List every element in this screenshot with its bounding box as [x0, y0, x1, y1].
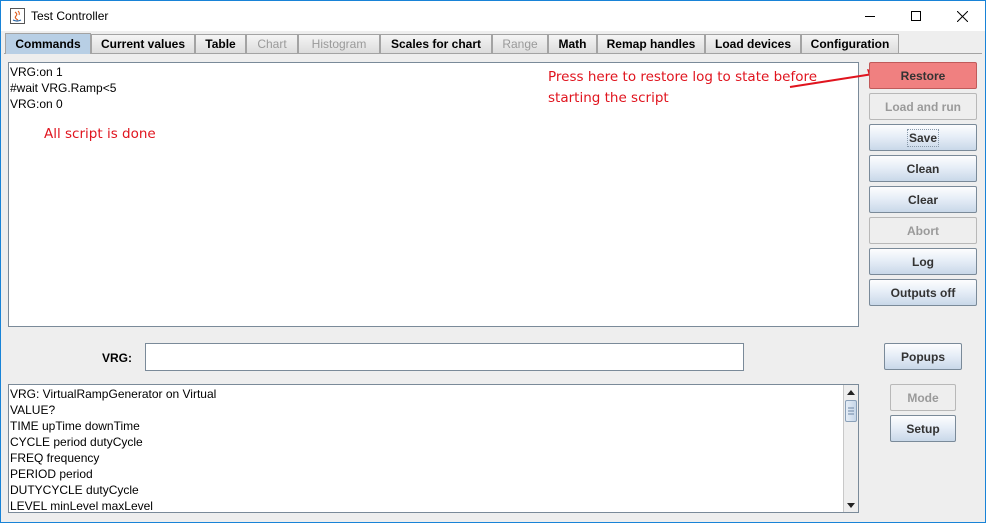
tab-current-values[interactable]: Current values	[91, 34, 195, 53]
command-input-label: VRG:	[102, 351, 132, 365]
help-line: CYCLE period dutyCycle	[10, 435, 143, 449]
window-title: Test Controller	[31, 9, 109, 23]
button-label: Clear	[907, 192, 939, 207]
title-bar: Test Controller	[1, 1, 985, 31]
mode-button[interactable]: Mode	[890, 384, 956, 411]
script-line: #wait VRG.Ramp<5	[10, 81, 117, 95]
button-label: Log	[912, 254, 934, 269]
tab-label: Range	[502, 37, 538, 51]
vertical-scrollbar[interactable]	[843, 385, 858, 512]
tab-math[interactable]: Math	[548, 34, 597, 53]
tab-scales-for-chart[interactable]: Scales for chart	[380, 34, 492, 53]
app-window: Test Controller Commands Current values …	[0, 0, 986, 523]
restore-button[interactable]: Restore	[869, 62, 977, 89]
button-label: Outputs off	[890, 285, 956, 300]
tab-strip: Commands Current values Table Chart Hist…	[4, 33, 984, 54]
script-line: VRG:on 0	[10, 97, 63, 111]
maximize-button[interactable]	[893, 1, 939, 31]
tab-label: Commands	[15, 37, 81, 51]
grip-icon	[848, 407, 854, 415]
tab-label: Current values	[100, 37, 186, 51]
arrow-down-icon	[847, 502, 855, 508]
tab-label: Math	[558, 37, 587, 51]
tab-label: Remap handles	[606, 37, 696, 51]
button-label: Save	[906, 128, 940, 147]
tab-range[interactable]: Range	[492, 34, 548, 53]
button-label: Popups	[901, 349, 945, 364]
arrow-up-icon	[847, 389, 855, 395]
button-label: Mode	[907, 390, 939, 405]
script-status-note: All script is done	[44, 126, 156, 142]
outputs-off-button[interactable]: Outputs off	[869, 279, 977, 306]
button-label: Abort	[907, 223, 939, 238]
tab-remap-handles[interactable]: Remap handles	[597, 34, 705, 53]
close-button[interactable]	[939, 1, 985, 31]
tab-label: Histogram	[311, 37, 367, 51]
tab-chart[interactable]: Chart	[246, 34, 298, 53]
restore-note-line2: starting the script	[548, 90, 669, 106]
maximize-icon	[911, 11, 921, 21]
tab-histogram[interactable]: Histogram	[298, 34, 380, 53]
help-line: FREQ frequency	[10, 451, 100, 465]
setup-button[interactable]: Setup	[890, 415, 956, 442]
button-label: Load and run	[885, 99, 961, 114]
java-app-icon	[10, 8, 25, 24]
scroll-down-button[interactable]	[844, 498, 858, 512]
scroll-up-button[interactable]	[844, 385, 858, 399]
button-label: Setup	[906, 421, 940, 436]
help-line: VALUE?	[10, 403, 56, 417]
command-input[interactable]	[145, 343, 744, 371]
button-label: Restore	[900, 68, 946, 83]
tab-label: Table	[205, 37, 236, 51]
help-line: VRG: VirtualRampGenerator on Virtual	[10, 387, 217, 401]
save-button[interactable]: Save	[869, 124, 977, 151]
tab-table[interactable]: Table	[195, 34, 246, 53]
tab-label: Load devices	[714, 37, 792, 51]
help-line: DUTYCYCLE dutyCycle	[10, 483, 139, 497]
button-label: Clean	[906, 161, 940, 176]
tab-label: Chart	[257, 37, 287, 51]
minimize-button[interactable]	[847, 1, 893, 31]
help-line: TIME upTime downTime	[10, 419, 140, 433]
close-icon	[956, 10, 968, 22]
script-editor[interactable]: VRG:on 1 #wait VRG.Ramp<5 VRG:on 0 All s…	[8, 62, 859, 327]
script-line: VRG:on 1	[10, 65, 63, 79]
help-line: LEVEL minLevel maxLevel	[10, 499, 153, 513]
device-help-panel[interactable]: VRG: VirtualRampGenerator on Virtual VAL…	[8, 384, 859, 513]
load-and-run-button[interactable]: Load and run	[869, 93, 977, 120]
tab-label: Scales for chart	[390, 37, 482, 51]
clear-button[interactable]: Clear	[869, 186, 977, 213]
restore-note-line1: Press here to restore log to state befor…	[548, 69, 818, 85]
tab-configuration[interactable]: Configuration	[801, 34, 899, 53]
tab-label: Configuration	[810, 37, 890, 51]
abort-button[interactable]: Abort	[869, 217, 977, 244]
minimize-icon	[865, 16, 875, 17]
tab-load-devices[interactable]: Load devices	[705, 34, 801, 53]
popups-button[interactable]: Popups	[884, 343, 962, 370]
log-button[interactable]: Log	[869, 248, 977, 275]
help-line: PERIOD period	[10, 467, 93, 481]
tab-commands[interactable]: Commands	[5, 33, 91, 54]
scrollbar-thumb[interactable]	[845, 400, 857, 422]
clean-button[interactable]: Clean	[869, 155, 977, 182]
